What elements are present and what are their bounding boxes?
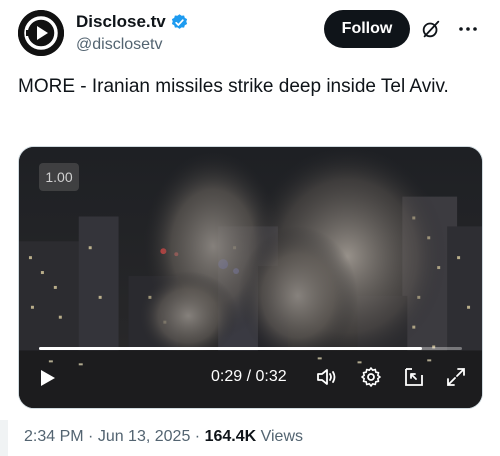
- views-count: 164.4K: [204, 428, 257, 445]
- meta-left-bar: [0, 420, 8, 456]
- fullscreen-icon[interactable]: [444, 365, 468, 389]
- progress-fill: [39, 347, 423, 350]
- tweet-date[interactable]: Jun 13, 2025: [98, 428, 191, 445]
- play-icon[interactable]: [35, 366, 59, 390]
- meta-separator: ·: [83, 428, 98, 445]
- verified-badge-icon: [171, 13, 187, 29]
- meta-separator: ·: [190, 428, 205, 445]
- name-row: Disclose.tv: [76, 12, 189, 32]
- more-icon[interactable]: [456, 17, 480, 41]
- tweet-header: Disclose.tv @disclosetv Follow: [18, 10, 482, 58]
- tweet-time[interactable]: 2:34 PM: [24, 428, 84, 445]
- playback-speed-badge[interactable]: 1.00: [39, 163, 79, 191]
- avatar[interactable]: [18, 10, 64, 56]
- avatar-logo-icon: [18, 10, 64, 56]
- video-time: 0:29 / 0:32: [211, 368, 287, 385]
- tweet-meta: 2:34 PM · Jun 13, 2025 · 164.4K Views: [24, 428, 303, 446]
- views-label: Views: [256, 428, 303, 445]
- grok-icon[interactable]: [420, 18, 442, 40]
- progress-bar[interactable]: [39, 347, 462, 350]
- video-player[interactable]: 1.00 0:29 / 0:32: [18, 146, 483, 409]
- display-name[interactable]: Disclose.tv: [76, 12, 166, 32]
- volume-icon[interactable]: [315, 365, 339, 389]
- handle[interactable]: @disclosetv: [76, 36, 163, 54]
- pip-icon[interactable]: [402, 365, 426, 389]
- tweet-text: MORE - Iranian missiles strike deep insi…: [18, 76, 449, 97]
- video-controls: 0:29 / 0:32: [19, 352, 482, 408]
- follow-button[interactable]: Follow: [324, 10, 410, 48]
- settings-icon[interactable]: [359, 365, 383, 389]
